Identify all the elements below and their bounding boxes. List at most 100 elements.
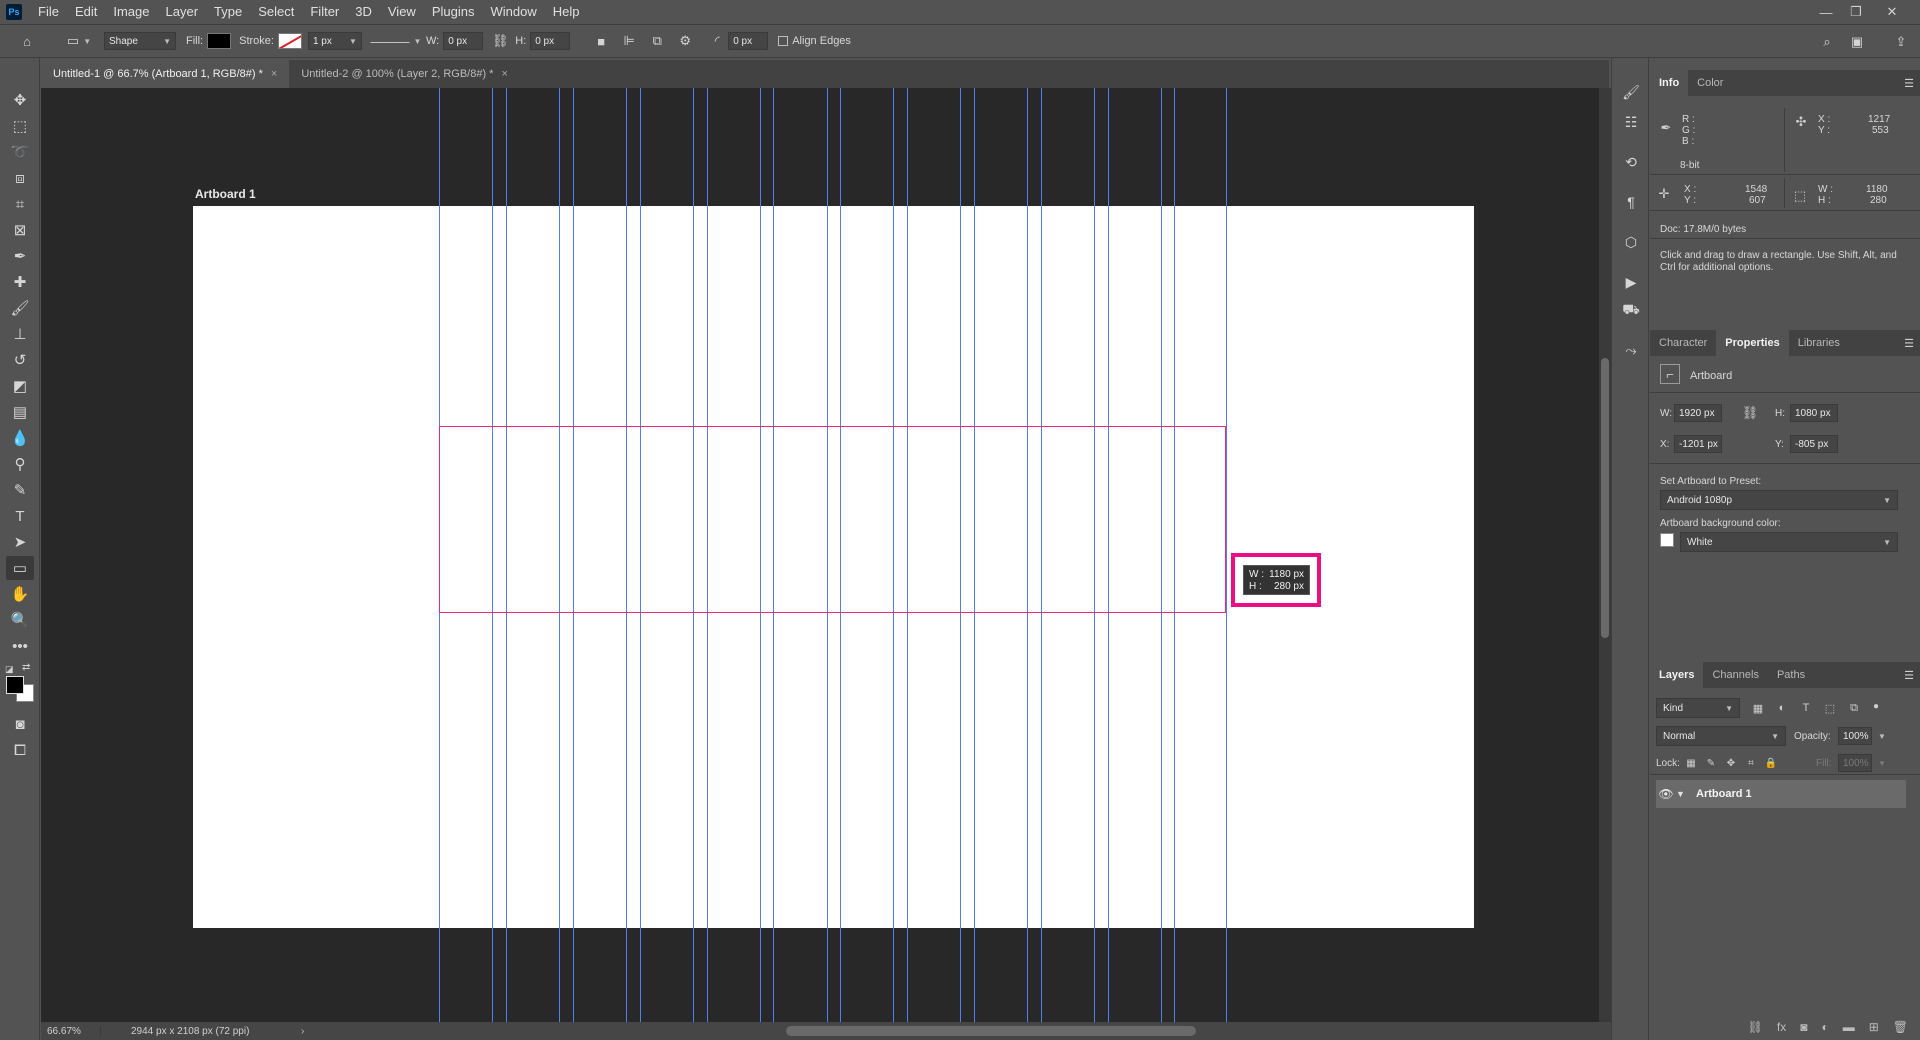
3d-icon[interactable]: ⬡ xyxy=(1619,230,1643,254)
smart-object-filter-icon[interactable]: ⧉ xyxy=(1846,700,1862,716)
path-selection-tool-icon[interactable]: ➤ xyxy=(6,530,34,554)
history-brush-tool-icon[interactable]: ↺ xyxy=(6,348,34,372)
blend-mode-select[interactable]: Normal ▼ xyxy=(1656,726,1786,746)
crop-tool-icon[interactable]: ⌗ xyxy=(6,192,34,216)
tab-properties[interactable]: Properties xyxy=(1716,330,1789,356)
visibility-eye-icon[interactable]: 👁 xyxy=(1656,787,1676,801)
adjustment-layer-icon[interactable]: ◐ xyxy=(1821,1020,1828,1034)
layer-row-artboard-1[interactable]: 👁 ▼ Artboard 1 xyxy=(1656,780,1906,808)
tab-character[interactable]: Character xyxy=(1650,330,1716,356)
add-mask-icon[interactable]: ◙ xyxy=(1800,1020,1807,1034)
zoom-level[interactable]: 66.67% xyxy=(41,1025,101,1037)
filter-toggle-icon[interactable]: ● xyxy=(1868,698,1884,714)
lock-transparency-icon[interactable]: ▦ xyxy=(1684,756,1698,770)
healing-brush-tool-icon[interactable]: ✚ xyxy=(6,270,34,294)
quick-mask-icon[interactable]: ◙ xyxy=(6,712,34,736)
artboard-y-field[interactable]: -805 px xyxy=(1790,435,1838,453)
image-filter-icon[interactable]: ▦ xyxy=(1750,700,1766,716)
blur-tool-icon[interactable]: 💧 xyxy=(6,426,34,450)
more-tools-icon[interactable]: ••• xyxy=(6,634,34,658)
path-operations-icon[interactable]: ■ xyxy=(590,30,612,52)
adjustment-filter-icon[interactable]: ◐ xyxy=(1774,700,1790,716)
gear-icon[interactable]: ⚙ xyxy=(674,30,696,52)
stroke-swatch[interactable] xyxy=(277,33,302,49)
type-tool-icon[interactable]: T xyxy=(6,504,34,528)
tab-info[interactable]: Info xyxy=(1650,70,1689,96)
dodge-tool-icon[interactable]: ⚲ xyxy=(6,452,34,476)
width-field[interactable]: 0 px xyxy=(443,32,484,50)
stroke-type-select[interactable]: ——— ▼ xyxy=(371,30,422,52)
minimize-button[interactable]: — xyxy=(1812,0,1840,24)
lock-all-icon[interactable]: 🔒 xyxy=(1764,756,1778,770)
trash-icon[interactable]: 🗑 xyxy=(1893,1020,1908,1034)
link-layers-icon[interactable]: ⛓ xyxy=(1748,1020,1763,1034)
home-icon[interactable]: ⌂ xyxy=(16,30,38,52)
vertical-scrollbar[interactable] xyxy=(1599,88,1611,1022)
chevron-down-icon[interactable]: ▼ xyxy=(1878,732,1886,741)
screen-mode-icon[interactable]: ⧠ xyxy=(6,738,34,762)
tab-color[interactable]: Color xyxy=(1688,70,1732,96)
eraser-tool-icon[interactable]: ◩ xyxy=(6,374,34,398)
link-icon[interactable]: ⛓ xyxy=(1742,405,1759,421)
restore-button[interactable]: ❐ xyxy=(1842,0,1870,24)
height-field[interactable]: 0 px xyxy=(530,32,571,50)
artboard-x-field[interactable]: -1201 px xyxy=(1674,435,1722,453)
close-window-button[interactable]: ✕ xyxy=(1878,0,1906,24)
menu-filter[interactable]: Filter xyxy=(302,0,347,24)
menu-plugins[interactable]: Plugins xyxy=(424,0,483,24)
menu-file[interactable]: File xyxy=(30,0,67,24)
eyedropper-tool-icon[interactable]: ✒ xyxy=(6,244,34,268)
tab-paths[interactable]: Paths xyxy=(1768,662,1814,688)
object-selection-tool-icon[interactable]: ⧈ xyxy=(6,166,34,190)
menu-edit[interactable]: Edit xyxy=(67,0,105,24)
status-menu-arrow-icon[interactable]: › xyxy=(301,1026,304,1037)
gradient-tool-icon[interactable]: ▤ xyxy=(6,400,34,424)
fill-swatch[interactable] xyxy=(207,33,232,49)
vertical-scroll-thumb[interactable] xyxy=(1601,358,1609,638)
menu-3d[interactable]: 3D xyxy=(347,0,380,24)
menu-view[interactable]: View xyxy=(380,0,424,24)
align-edges-checkbox[interactable] xyxy=(778,36,789,46)
artboard-label[interactable]: Artboard 1 xyxy=(195,187,256,201)
artboard-bg-swatch[interactable] xyxy=(1660,533,1674,547)
default-colors-icon[interactable]: ◪ xyxy=(5,664,14,675)
tab-untitled-2[interactable]: Untitled-2 @ 100% (Layer 2, RGB/8#) * × xyxy=(289,60,520,88)
marquee-tool-icon[interactable]: ⬚ xyxy=(6,114,34,138)
path-alignment-icon[interactable]: ⊫ xyxy=(618,30,640,52)
stroke-width-field[interactable]: 1 px ▼ xyxy=(307,32,362,50)
canvas-area[interactable]: Artboard 1 W : 1180 px H : 280 px xyxy=(41,88,1599,1022)
new-layer-icon[interactable]: ⊞ xyxy=(1869,1020,1879,1034)
tab-layers[interactable]: Layers xyxy=(1650,662,1704,688)
tab-untitled-1[interactable]: Untitled-1 @ 66.7% (Artboard 1, RGB/8#) … xyxy=(41,60,290,88)
opacity-field[interactable]: 100% xyxy=(1838,727,1872,745)
layer-filter-select[interactable]: Kind ▼ xyxy=(1656,698,1740,718)
close-tab-icon[interactable]: × xyxy=(501,68,507,80)
actions-play-icon[interactable]: ▶ xyxy=(1619,270,1643,294)
panel-menu-icon[interactable]: ☰ xyxy=(1904,669,1914,682)
paragraph-icon[interactable]: ¶ xyxy=(1619,190,1643,214)
chevron-down-icon[interactable]: ▼ xyxy=(1878,759,1886,768)
hand-tool-icon[interactable]: ✋ xyxy=(6,582,34,606)
lock-pixels-icon[interactable]: ✎ xyxy=(1704,756,1718,770)
menu-image[interactable]: Image xyxy=(105,0,157,24)
tool-mode-select[interactable]: Shape ▼ xyxy=(104,32,176,50)
workspace-icon[interactable]: ▣ xyxy=(1846,31,1868,53)
foreground-color-swatch[interactable] xyxy=(6,676,24,694)
menu-layer[interactable]: Layer xyxy=(158,0,207,24)
lasso-tool-icon[interactable]: ➰ xyxy=(6,140,34,164)
clone-stamp-tool-icon[interactable]: ⊥ xyxy=(6,322,34,346)
zoom-tool-icon[interactable]: 🔍 xyxy=(6,608,34,632)
pen-tool-icon[interactable]: ✎ xyxy=(6,478,34,502)
rectangle-tool-icon[interactable]: ▭ xyxy=(6,556,34,580)
frame-tool-icon[interactable]: ⊠ xyxy=(6,218,34,242)
expand-chevron-icon[interactable]: ▼ xyxy=(1676,789,1690,799)
tab-libraries[interactable]: Libraries xyxy=(1789,330,1849,356)
guide-line[interactable] xyxy=(1226,88,1227,1022)
artboard-preset-select[interactable]: Android 1080p ▼ xyxy=(1660,490,1898,510)
path-arrangement-icon[interactable]: ⧉ xyxy=(646,30,668,52)
lock-artboard-icon[interactable]: ⌗ xyxy=(1744,756,1758,770)
tool-preset-picker[interactable]: ▭ ▼ xyxy=(67,30,91,52)
artboard-bg-select[interactable]: White ▼ xyxy=(1680,532,1898,552)
move-tool-icon[interactable]: ✥ xyxy=(6,88,34,112)
brushes-icon[interactable]: 🖌 xyxy=(1619,80,1643,104)
